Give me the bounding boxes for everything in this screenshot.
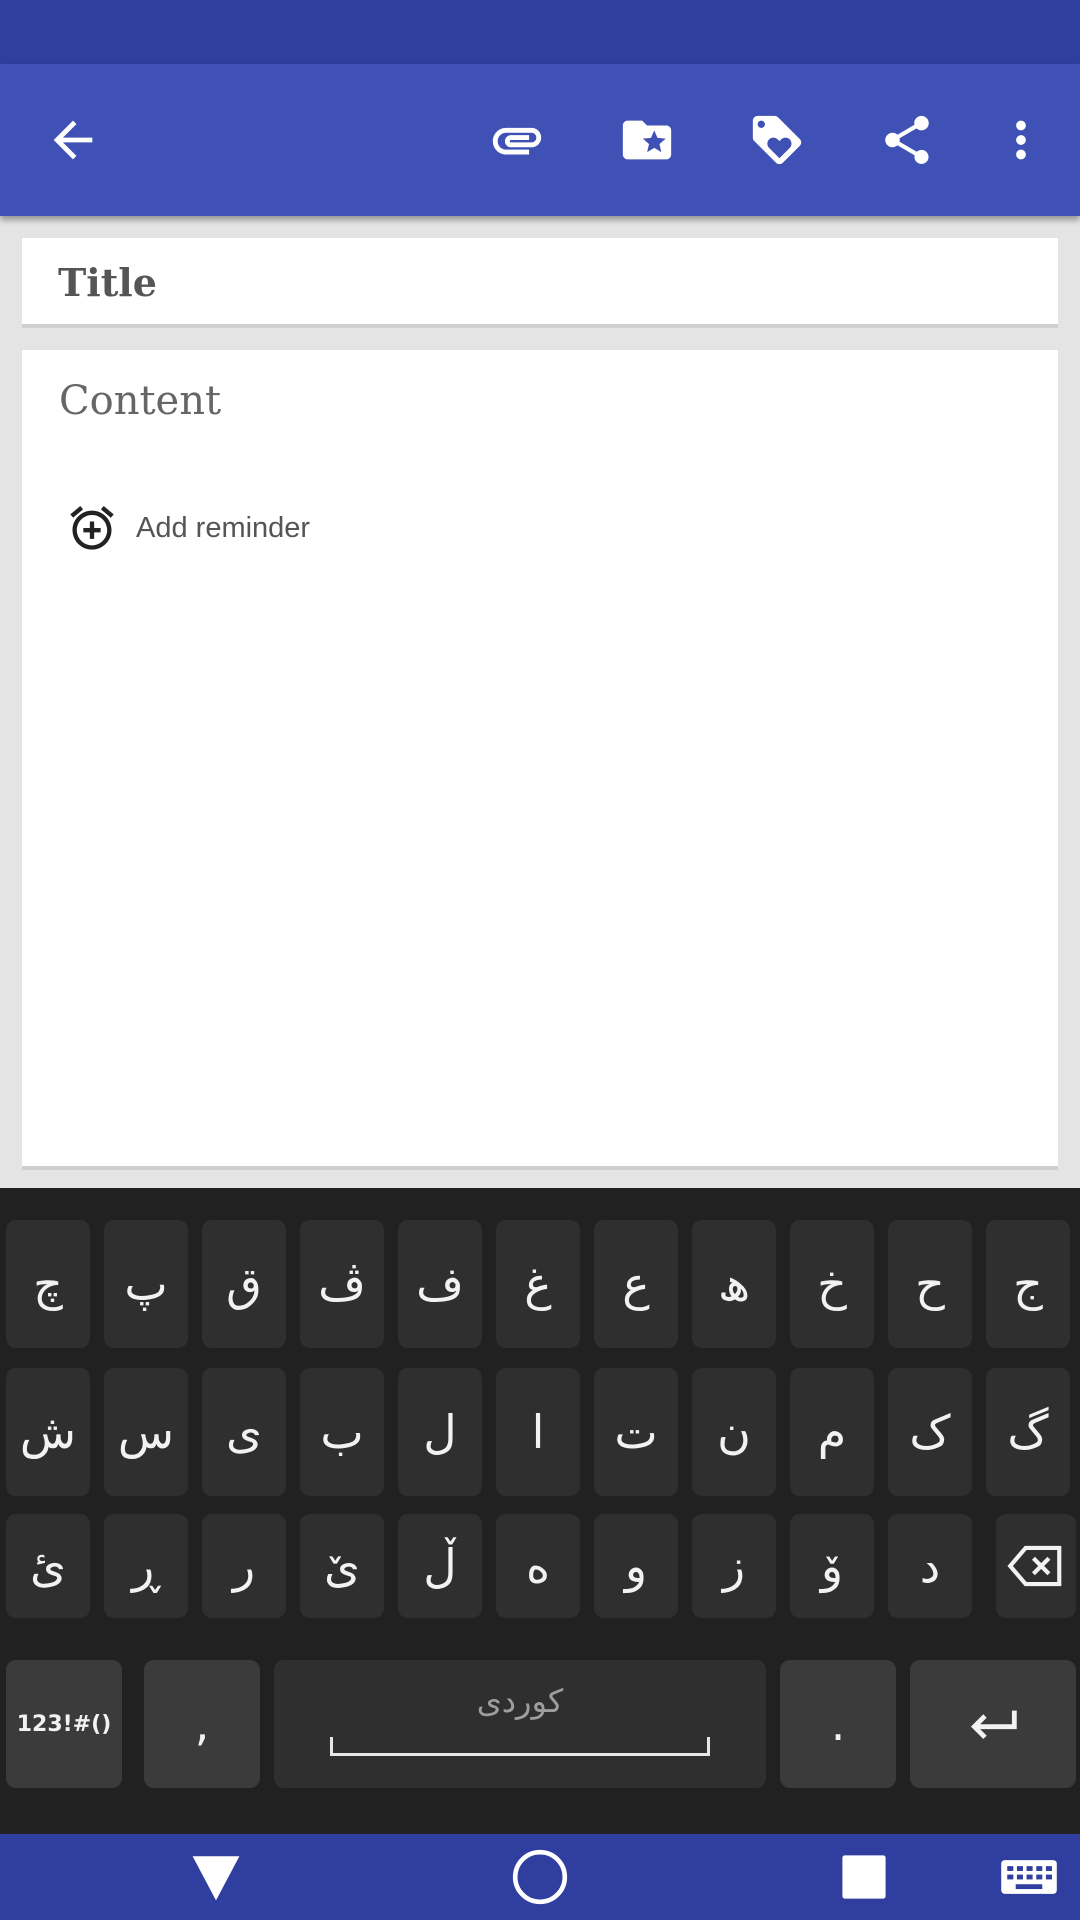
keyboard-icon [1001,1860,1057,1894]
key-row3-3[interactable]: ێ [300,1514,384,1618]
key-row1-2[interactable]: ق [202,1220,286,1348]
key-row3-5[interactable]: ە [496,1514,580,1618]
share-button[interactable] [852,64,962,216]
content-placeholder: Content [59,378,222,424]
tag-heart-icon [752,115,802,165]
key-row1-3[interactable]: ڤ [300,1220,384,1348]
key-row2-9[interactable]: ک [888,1368,972,1496]
symbols-key[interactable]: 123!#() [6,1660,122,1788]
key-row1-8[interactable]: خ [790,1220,874,1348]
more-vert-icon [1016,120,1026,160]
key-row1-0[interactable]: چ [6,1220,90,1348]
key-row2-1[interactable]: س [104,1368,188,1496]
share-icon [885,115,929,164]
content-field[interactable]: Content Add reminder [22,350,1058,1170]
tag-button[interactable] [722,64,832,216]
backspace-key[interactable] [996,1514,1076,1618]
enter-key[interactable] [910,1660,1076,1788]
home-circle-icon [512,1849,568,1905]
comma-key[interactable]: , [144,1660,260,1788]
soft-keyboard: چپقڤفغعھخحج شسیبلاتنمکگ ئڕرێڵەوزۆد 123!#… [0,1188,1080,1834]
status-bar [0,0,1080,64]
key-row2-8[interactable]: م [790,1368,874,1496]
key-row3-8[interactable]: ۆ [790,1514,874,1618]
key-row3-9[interactable]: د [888,1514,972,1618]
language-label: کوردی [476,1682,564,1720]
key-row2-6[interactable]: ت [594,1368,678,1496]
nav-recents-button[interactable] [828,1834,900,1920]
key-row2-0[interactable]: ش [6,1368,90,1496]
key-row1-4[interactable]: ف [398,1220,482,1348]
back-triangle-icon [192,1856,240,1901]
space-key[interactable]: کوردی [274,1660,766,1788]
category-button[interactable] [592,64,702,216]
key-row3-6[interactable]: و [594,1514,678,1618]
app-bar [0,64,1080,216]
key-row3-0[interactable]: ئ [6,1514,90,1618]
add-reminder-label: Add reminder [136,511,311,544]
nav-keyboard-button[interactable] [994,1834,1064,1920]
key-row3-4[interactable]: ڵ [398,1514,482,1618]
recents-square-icon [842,1855,886,1899]
back-arrow-icon [53,120,93,160]
key-row1-6[interactable]: ع [594,1220,678,1348]
key-row2-4[interactable]: ل [398,1368,482,1496]
key-row2-5[interactable]: ا [496,1368,580,1496]
back-button[interactable] [18,64,128,216]
key-row2-10[interactable]: گ [986,1368,1070,1496]
key-row1-1[interactable]: پ [104,1220,188,1348]
alarm-add-icon [70,506,114,550]
nav-back-button[interactable] [180,1834,252,1920]
key-row3-1[interactable]: ڕ [104,1514,188,1618]
title-field[interactable]: Title [22,238,1058,328]
key-row3-2[interactable]: ر [202,1514,286,1618]
key-row2-3[interactable]: ب [300,1368,384,1496]
enter-icon [970,1710,1017,1740]
attachment-icon [492,127,542,155]
attach-button[interactable] [462,64,572,216]
key-row1-9[interactable]: ح [888,1220,972,1348]
nav-home-button[interactable] [504,1834,576,1920]
key-row2-2[interactable]: ی [202,1368,286,1496]
backspace-icon [1007,1545,1062,1587]
key-row1-7[interactable]: ھ [692,1220,776,1348]
space-bar-icon [330,1737,710,1756]
key-row3-7[interactable]: ز [692,1514,776,1618]
folder-star-icon [622,120,672,160]
add-reminder-button[interactable]: Add reminder [66,498,310,558]
key-row1-5[interactable]: غ [496,1220,580,1348]
more-options-button[interactable] [966,64,1076,216]
title-placeholder: Title [58,260,157,305]
navigation-bar [0,1834,1080,1920]
key-row1-10[interactable]: ج [986,1220,1070,1348]
period-key[interactable]: . [780,1660,896,1788]
key-row2-7[interactable]: ن [692,1368,776,1496]
